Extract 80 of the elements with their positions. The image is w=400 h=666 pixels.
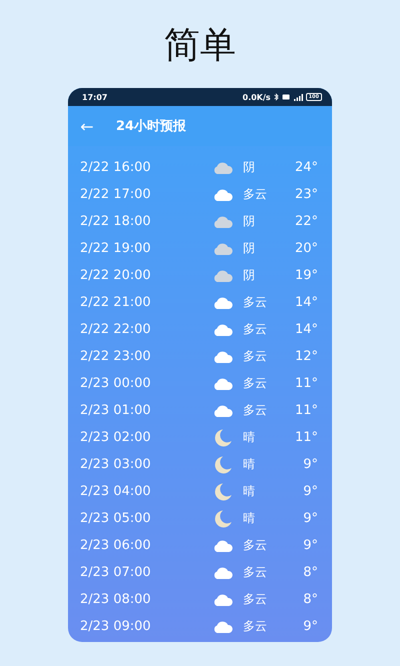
temperature: 19° [294, 268, 318, 283]
forecast-time: 2/23 07:00 [80, 565, 152, 580]
weather-condition: 多云 [243, 402, 268, 419]
cloud-icon [213, 296, 233, 308]
forecast-time: 2/23 06:00 [80, 538, 152, 553]
cloud-icon [213, 620, 233, 632]
forecast-time: 2/22 20:00 [80, 268, 152, 283]
weather-condition: 晴 [243, 456, 256, 473]
temperature: 24° [294, 160, 318, 175]
weather-condition: 阴 [243, 213, 256, 230]
weather-condition: 多云 [243, 618, 268, 635]
weather-condition: 多云 [243, 591, 268, 608]
back-button[interactable]: ← [78, 116, 96, 136]
forecast-time: 2/22 19:00 [80, 241, 152, 256]
temperature: 11° [294, 430, 318, 445]
cloud-icon [213, 270, 233, 282]
moon-icon [214, 428, 232, 446]
cloud-icon [213, 540, 233, 552]
weather-condition: 多云 [243, 348, 268, 365]
weather-condition: 晴 [243, 429, 256, 446]
bluetooth-icon [274, 93, 279, 101]
forecast-time: 2/23 00:00 [80, 376, 152, 391]
weather-condition: 晴 [243, 510, 256, 527]
temperature: 9° [303, 511, 318, 526]
moon-icon [214, 510, 232, 528]
signal-icon [292, 94, 303, 100]
cloud-icon [213, 378, 233, 390]
forecast-time: 2/23 02:00 [80, 430, 152, 445]
cloud-icon [213, 566, 233, 578]
temperature: 14° [294, 322, 318, 337]
temperature: 8° [303, 565, 318, 580]
network-speed: 0.0K/s [242, 92, 271, 102]
temperature: 23° [294, 187, 318, 202]
weather-condition: 阴 [243, 159, 256, 176]
cloud-icon [213, 162, 233, 174]
weather-condition: 多云 [243, 537, 268, 554]
forecast-time: 2/23 01:00 [80, 403, 152, 418]
forecast-time: 2/22 22:00 [80, 322, 152, 337]
page-title: 简单 [164, 24, 236, 68]
cloud-icon [213, 216, 233, 228]
temperature: 9° [303, 538, 318, 553]
weather-condition: 晴 [243, 483, 256, 500]
forecast-time: 2/23 05:00 [80, 511, 152, 526]
weather-condition: 多云 [243, 294, 268, 311]
weather-condition: 多云 [243, 375, 268, 392]
temperature: 11° [294, 376, 318, 391]
forecast-time: 2/22 17:00 [80, 187, 152, 202]
temperature: 22° [294, 214, 318, 229]
forecast-time: 2/23 04:00 [80, 484, 152, 499]
temperature: 14° [294, 295, 318, 310]
forecast-time: 2/23 08:00 [80, 592, 152, 607]
cloud-icon [213, 242, 233, 254]
forecast-time: 2/22 23:00 [80, 349, 152, 364]
temperature: 9° [303, 619, 318, 634]
temperature: 12° [294, 349, 318, 364]
temperature: 20° [294, 241, 318, 256]
forecast-time: 2/23 09:00 [80, 619, 152, 634]
temperature: 8° [303, 592, 318, 607]
forecast-time: 2/22 21:00 [80, 295, 152, 310]
moon-icon [214, 482, 232, 500]
weather-condition: 多云 [243, 186, 268, 203]
screen-title: 24小时预报 [116, 118, 186, 135]
weather-condition: 阴 [243, 240, 256, 257]
forecast-time: 2/22 18:00 [80, 214, 152, 229]
status-time: 17:07 [82, 92, 108, 102]
weather-condition: 多云 [243, 321, 268, 338]
temperature: 9° [303, 484, 318, 499]
cloud-icon [213, 188, 233, 200]
cloud-icon [213, 350, 233, 362]
forecast-time: 2/23 03:00 [80, 457, 152, 472]
temperature: 9° [303, 457, 318, 472]
cloud-icon [213, 324, 233, 336]
weather-condition: 阴 [243, 267, 256, 284]
temperature: 11° [294, 403, 318, 418]
cloud-icon [213, 594, 233, 606]
moon-icon [214, 456, 232, 474]
cloud-icon [213, 404, 233, 416]
sim-icon [282, 94, 290, 100]
forecast-time: 2/22 16:00 [80, 160, 152, 175]
weather-condition: 多云 [243, 564, 268, 581]
